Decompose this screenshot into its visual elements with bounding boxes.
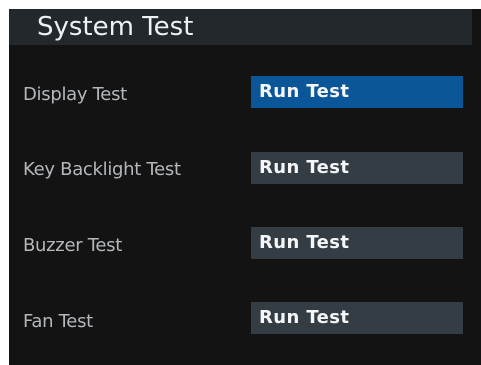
page-title: System Test	[37, 12, 194, 42]
display-test-label: Display Test	[23, 84, 127, 105]
key-backlight-test-label: Key Backlight Test	[23, 159, 181, 180]
buzzer-test-run-button[interactable]: Run Test	[251, 227, 463, 259]
fan-test-label: Fan Test	[23, 311, 93, 332]
buzzer-test-label: Buzzer Test	[23, 235, 122, 256]
system-test-screen: System Test Display Test Run Test Key Ba…	[9, 9, 481, 365]
fan-test-run-button[interactable]: Run Test	[251, 302, 463, 334]
title-bar: System Test	[9, 9, 472, 45]
display-test-run-button[interactable]: Run Test	[251, 76, 463, 108]
key-backlight-test-run-button[interactable]: Run Test	[251, 152, 463, 184]
